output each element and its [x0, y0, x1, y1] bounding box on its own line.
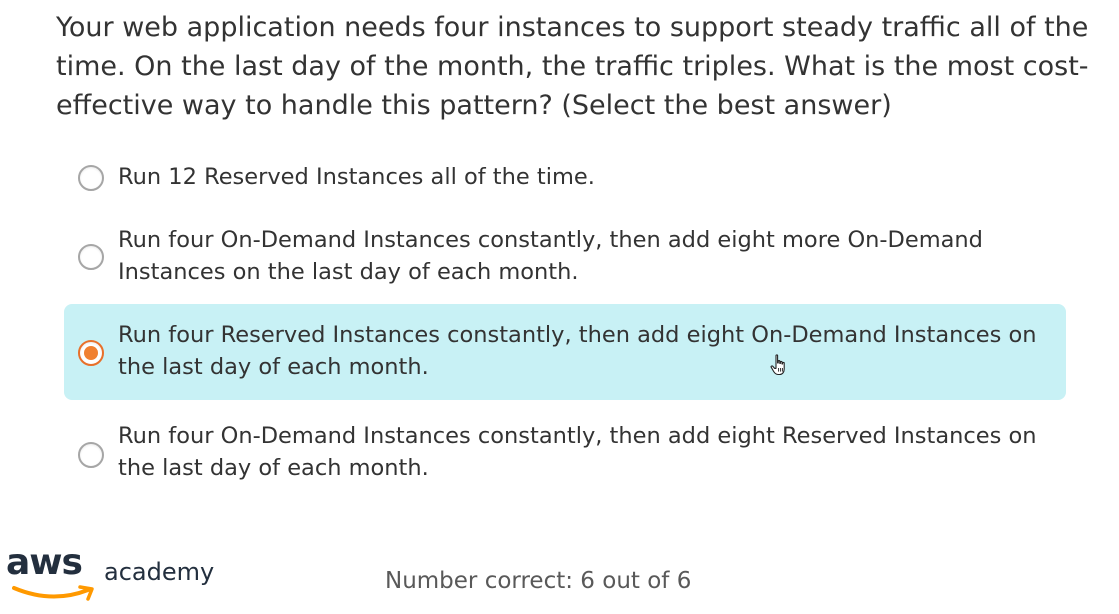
radio-button-selected-icon[interactable] [78, 340, 104, 366]
radio-button-icon[interactable] [78, 244, 104, 270]
answer-option-label: Run 12 Reserved Instances all of the tim… [118, 164, 595, 190]
aws-logo-word: aws [6, 542, 83, 583]
answer-option-label: Run four On-Demand Instances constantly,… [118, 227, 983, 285]
academy-logo-word: academy [104, 558, 215, 586]
radio-button-icon[interactable] [78, 165, 104, 191]
answer-options: Run 12 Reserved Instances all of the tim… [64, 150, 1066, 496]
answer-option-3[interactable]: Run four Reserved Instances constantly, … [64, 304, 1066, 400]
answer-option-label: Run four Reserved Instances constantly, … [118, 322, 1037, 380]
question-text: Your web application needs four instance… [56, 12, 1089, 121]
aws-academy-logo: aws academy [6, 542, 236, 608]
hand-pointer-icon [770, 354, 785, 376]
answer-option-4[interactable]: Run four On-Demand Instances constantly,… [64, 406, 1066, 496]
radio-button-icon[interactable] [78, 442, 104, 468]
answer-option-2[interactable]: Run four On-Demand Instances constantly,… [64, 212, 1066, 302]
answer-option-1[interactable]: Run 12 Reserved Instances all of the tim… [64, 150, 1066, 206]
aws-smile-logo-icon [12, 585, 94, 601]
score-status: Number correct: 6 out of 6 [385, 568, 692, 594]
answer-option-label: Run four On-Demand Instances constantly,… [118, 423, 1037, 481]
